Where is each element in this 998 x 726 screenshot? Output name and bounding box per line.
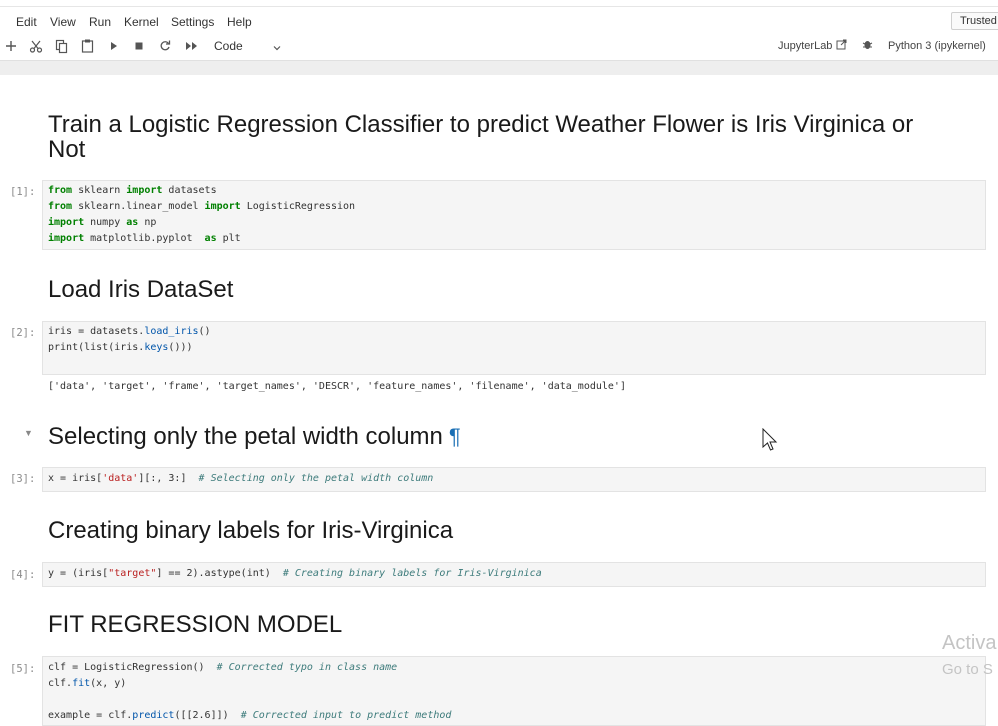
code-line: import numpy as np — [48, 217, 157, 228]
run-all-button[interactable] — [185, 38, 199, 54]
code-binary[interactable]: y = (iris["target"] == 2).astype(int) # … — [48, 566, 542, 582]
jupyterlab-link[interactable]: JupyterLab — [778, 40, 832, 52]
code-line: from sklearn import datasets — [48, 185, 217, 196]
heading-binary-labels: Creating binary labels for Iris-Virginic… — [48, 517, 454, 544]
menu-run[interactable]: Run — [89, 15, 111, 29]
menu-help[interactable]: Help — [227, 15, 252, 29]
fast-forward-icon — [186, 42, 197, 50]
plus-icon — [6, 41, 16, 51]
code-line: from sklearn.linear_model import Logisti… — [48, 201, 356, 212]
refresh-icon — [160, 40, 171, 51]
stop-icon — [135, 42, 143, 50]
code-line: import matplotlib.pyplot as plt — [48, 233, 241, 244]
cell-prompt: [3]: — [10, 473, 36, 485]
clipboard-icon — [81, 39, 94, 53]
stop-button[interactable] — [134, 38, 144, 54]
heading-load-iris: Load Iris DataSet — [48, 276, 234, 303]
anchor-link[interactable]: ¶ — [449, 424, 461, 449]
cell-prompt: [1]: — [10, 186, 36, 198]
code-load[interactable]: iris = datasets.load_iris() print(list(i… — [48, 324, 211, 356]
menu-view[interactable]: View — [50, 15, 76, 29]
menu-edit[interactable]: Edit — [16, 15, 37, 29]
heading-selecting: Selecting only the petal width column ¶ — [48, 423, 461, 451]
chevron-down-icon[interactable] — [272, 40, 282, 58]
cut-button[interactable] — [29, 38, 43, 54]
code-fit[interactable]: clf = LogisticRegression() # Corrected t… — [48, 660, 451, 724]
cell-prompt: [4]: — [10, 569, 36, 581]
menu-settings[interactable]: Settings — [171, 15, 214, 29]
paste-button[interactable] — [81, 38, 94, 54]
bug-icon[interactable] — [862, 39, 873, 50]
code-imports[interactable]: from sklearn import datasets from sklear… — [48, 183, 355, 247]
external-link-icon[interactable] — [836, 39, 847, 50]
copy-button[interactable] — [55, 38, 68, 54]
trusted-indicator[interactable]: Trusted — [951, 12, 998, 30]
mouse-cursor-icon — [762, 427, 778, 457]
menu-bar: Edit View Run Kernel Settings Help Trust… — [0, 10, 998, 34]
heading-fit-model: FIT REGRESSION MODEL — [48, 611, 343, 638]
play-icon — [111, 42, 117, 50]
activation-watermark-sub: Go to S — [942, 661, 993, 678]
scissors-icon — [29, 40, 43, 53]
menu-kernel[interactable]: Kernel — [124, 15, 159, 29]
run-button[interactable] — [109, 38, 119, 54]
notebook-title-line1: Train a Logistic Regression Classifier t… — [48, 111, 914, 138]
activation-watermark: Activa — [942, 632, 997, 654]
restart-button[interactable] — [159, 38, 171, 54]
kernel-name[interactable]: Python 3 (ipykernel) — [888, 40, 986, 52]
cell-prompt: [2]: — [10, 327, 36, 339]
add-cell-button[interactable] — [5, 38, 17, 54]
copy-icon — [55, 39, 68, 54]
cell-type-select[interactable]: Code — [214, 39, 243, 53]
notebook-title-line2: Not — [48, 136, 86, 163]
collapse-caret-icon[interactable]: ▼ — [24, 428, 33, 438]
notebook-toolbar: Code JupyterLab Python 3 (ipykernel) — [0, 34, 998, 61]
cell-prompt: [5]: — [10, 663, 36, 675]
code-select[interactable]: x = iris['data'][:, 3:] # Selecting only… — [48, 471, 433, 487]
heading-text: Selecting only the petal width column — [48, 423, 443, 450]
top-border — [0, 0, 998, 7]
cell-output: ['data', 'target', 'frame', 'target_name… — [48, 381, 626, 392]
toolbar-separator — [0, 61, 998, 75]
